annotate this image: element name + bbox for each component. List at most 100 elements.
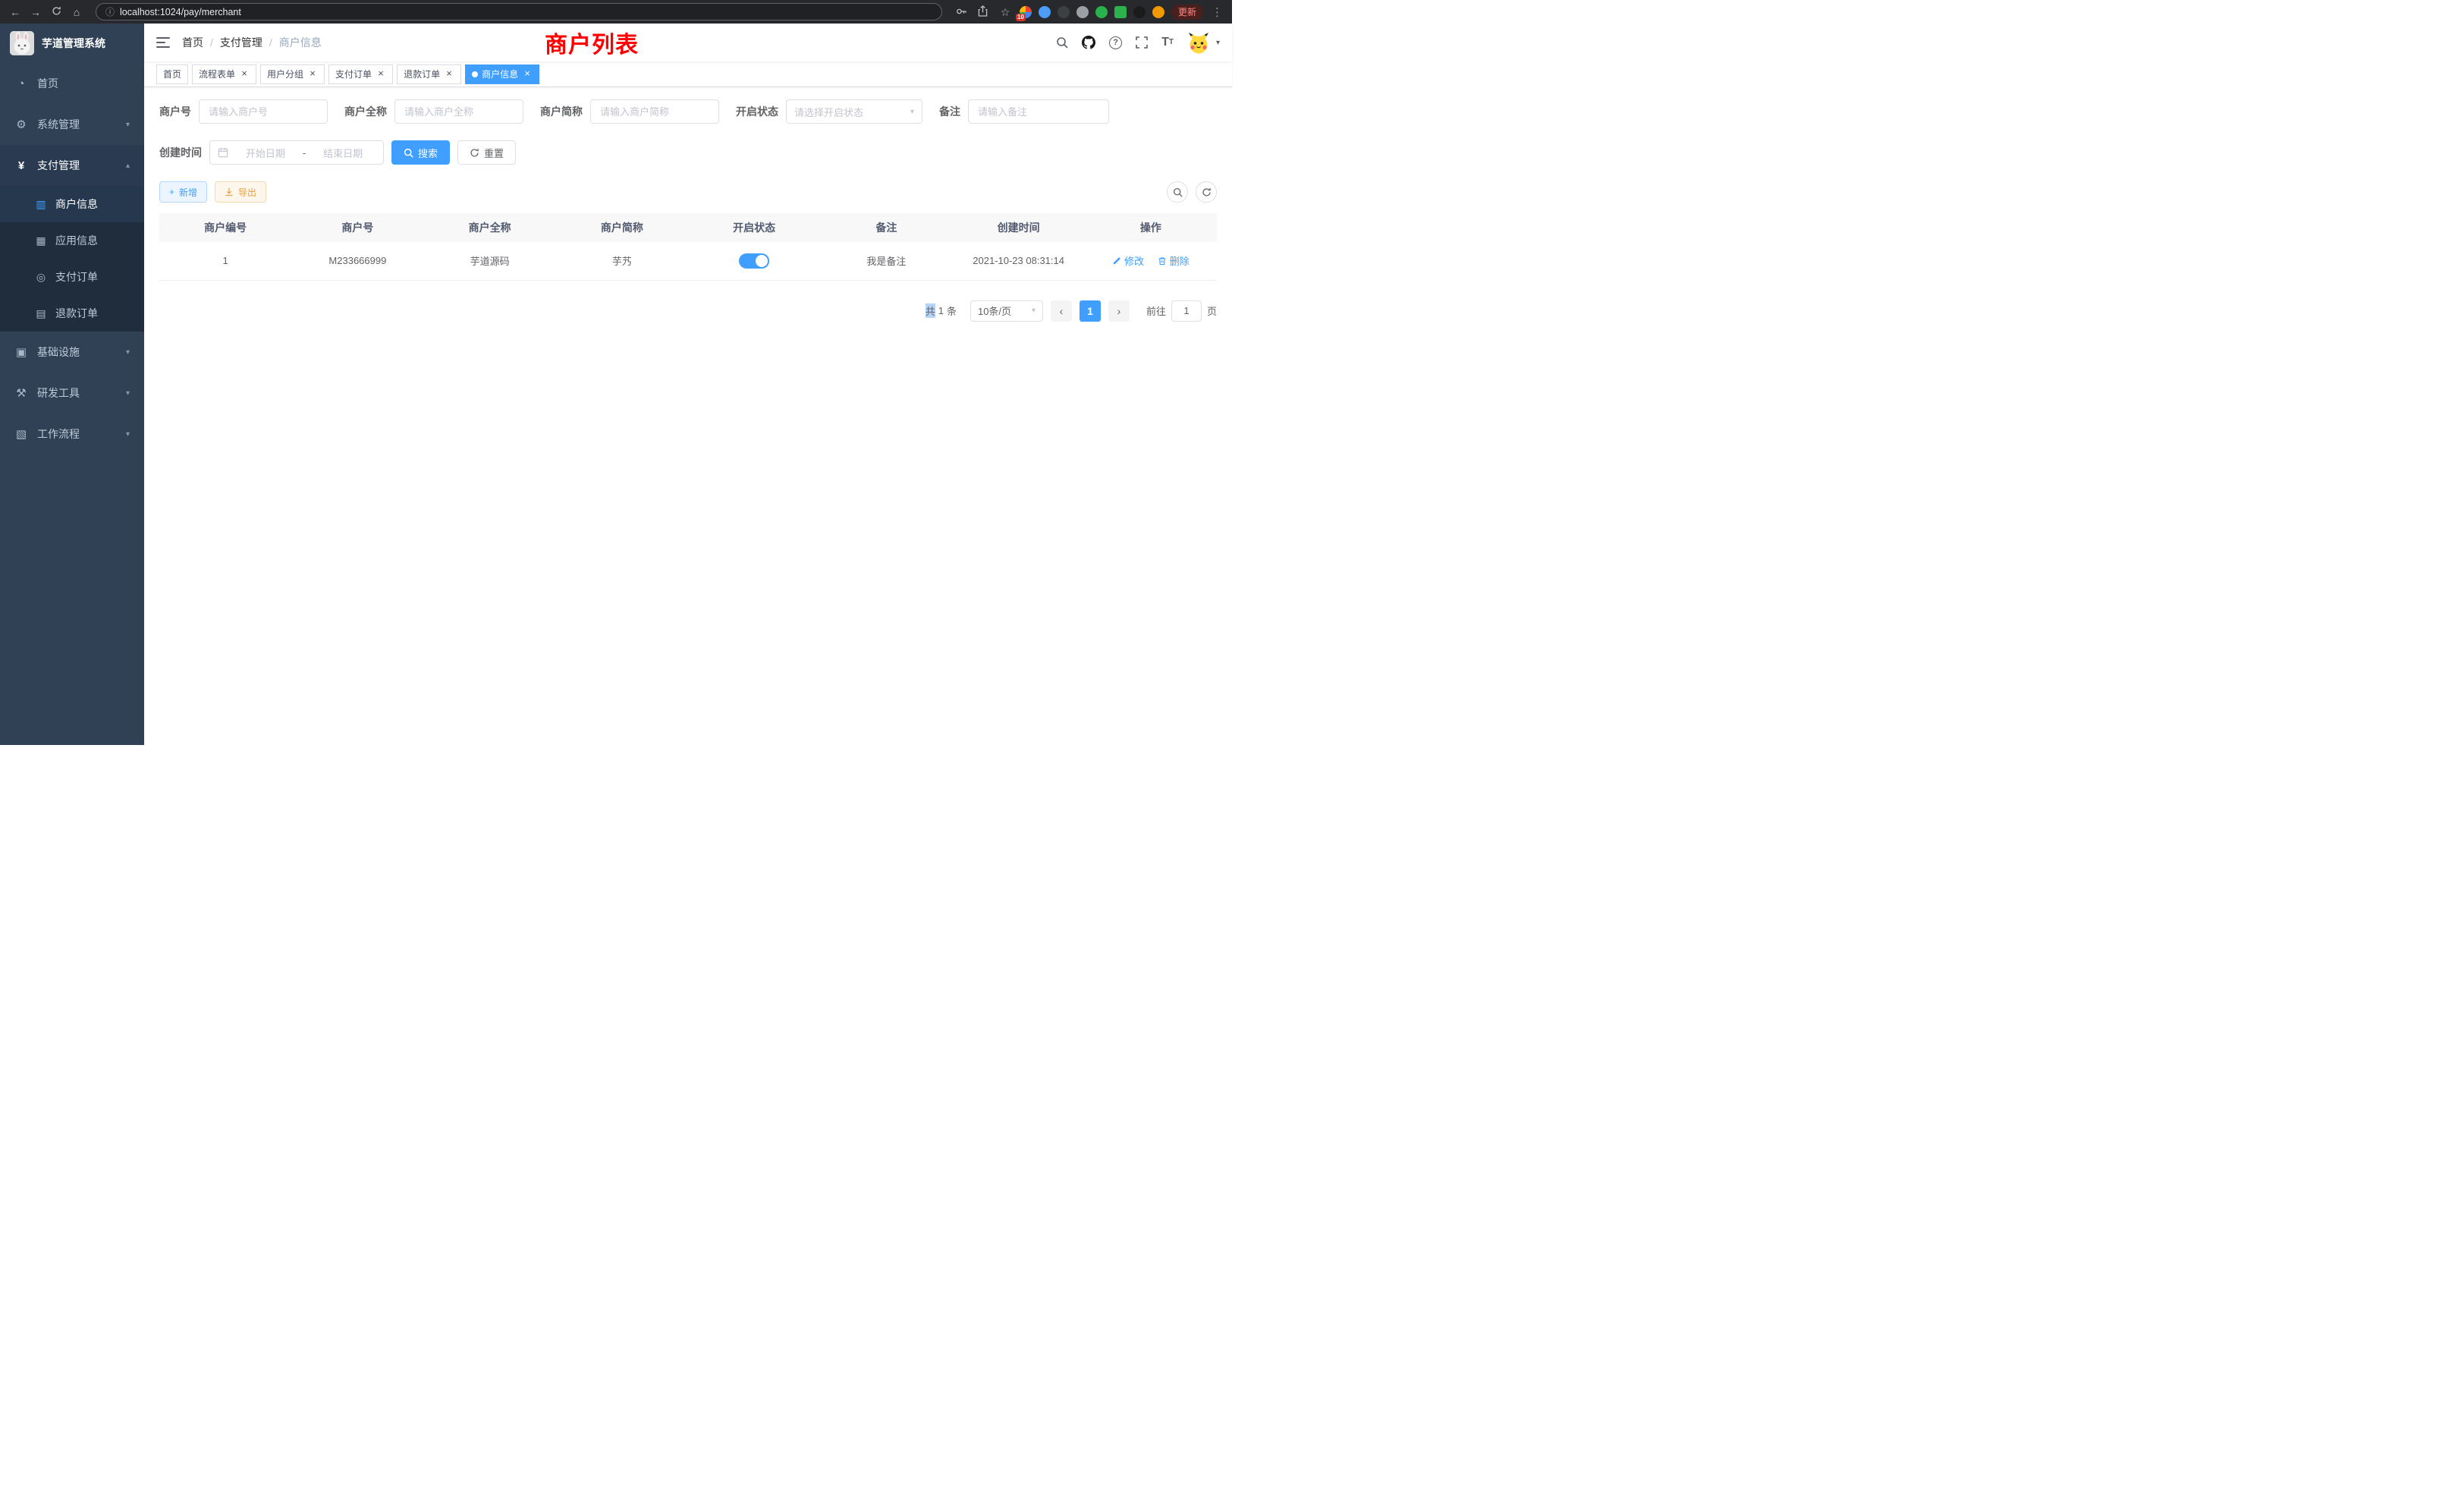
sidebar-item-app-info[interactable]: ▦ 应用信息 [0,222,144,259]
col-create-time: 创建时间 [953,213,1085,242]
font-size-icon[interactable]: TT [1161,36,1174,49]
delete-link[interactable]: 删除 [1158,253,1190,268]
tab-pay-order[interactable]: 支付订单 × [328,64,393,84]
caret-down-icon[interactable]: ▾ [1216,39,1220,47]
extension-badge: 10 [1016,14,1026,21]
gear-icon: ⚙ [14,118,28,131]
address-bar[interactable]: ⓘ localhost:1024/pay/merchant [96,3,942,20]
sidebar-item-merchant-info[interactable]: ▥ 商户信息 [0,186,144,222]
tab-home[interactable]: 首页 [156,64,188,84]
share-icon[interactable] [976,5,991,18]
pagination: 共 1 条 10条/页 ▾ ‹ 1 › 前往 页 [159,300,1217,322]
merchant-table: 商户编号 商户号 商户全称 商户简称 开启状态 备注 创建时间 操作 1 M23… [159,213,1217,281]
browser-update-button[interactable]: 更新 [1171,5,1203,20]
site-info-icon[interactable]: ⓘ [105,5,115,18]
sidebar-item-refund-order[interactable]: ▤ 退款订单 [0,295,144,332]
search-form-row-1: 商户号 商户全称 商户简称 开启状态 请选择开启状态 ▾ [159,99,1217,124]
extension-icon-2[interactable] [1039,6,1051,18]
password-key-icon[interactable] [954,6,969,18]
col-short-name: 商户简称 [556,213,688,242]
extension-icon-4[interactable] [1076,6,1089,18]
status-toggle[interactable] [739,253,769,269]
short-name-input[interactable] [590,99,719,124]
forward-icon[interactable]: → [28,7,43,17]
close-icon[interactable]: × [239,69,250,80]
search-button[interactable]: 搜索 [391,140,450,165]
breadcrumb-separator: / [269,36,272,49]
tab-process-form[interactable]: 流程表单 × [192,64,256,84]
close-icon[interactable]: × [444,69,454,80]
document-icon: ▤ [34,307,48,320]
sidebar-item-devtools[interactable]: ⚒ 研发工具 ▾ [0,372,144,413]
cell-merchant-id: 1 [159,242,291,280]
chevron-down-icon: ▾ [126,430,130,439]
goto-page-input[interactable] [1171,300,1202,322]
full-name-input[interactable] [394,99,523,124]
table-toolbar: + 新增 导出 [159,181,1217,203]
breadcrumb-section[interactable]: 支付管理 [220,35,262,50]
hamburger-icon[interactable] [156,36,170,49]
close-icon[interactable]: × [522,69,533,80]
extension-icon-3[interactable] [1058,6,1070,18]
workflow-icon: ▧ [14,427,28,441]
date-range-picker[interactable]: 开始日期 - 结束日期 [209,140,384,165]
merchant-no-input[interactable] [199,99,328,124]
refresh-icon [1202,187,1212,197]
next-page-button[interactable]: › [1108,300,1130,322]
cell-create-time: 2021-10-23 08:31:14 [953,242,1085,280]
tab-refund-order[interactable]: 退款订单 × [397,64,461,84]
cell-actions: 修改 删除 [1085,242,1217,280]
extension-icon-7[interactable] [1133,6,1146,18]
user-avatar[interactable] [1187,31,1210,54]
edit-link[interactable]: 修改 [1112,253,1144,268]
extension-icon-8[interactable] [1152,6,1164,18]
remark-input[interactable] [968,99,1109,124]
help-icon[interactable]: ? [1109,36,1122,49]
table-row: 1 M233666999 芋道源码 芋艿 我是备注 2021-10-23 08:… [159,242,1217,280]
sidebar-item-pay[interactable]: ¥ 支付管理 ▴ [0,145,144,186]
calendar-icon [218,147,228,158]
sidebar-item-infrastructure[interactable]: ▣ 基础设施 ▾ [0,332,144,372]
refresh-table-button[interactable] [1196,181,1217,203]
reset-button[interactable]: 重置 [457,140,516,165]
back-icon[interactable]: ← [8,7,23,17]
pagination-goto: 前往 页 [1146,300,1217,322]
short-name-label: 商户简称 [540,104,583,119]
close-icon[interactable]: × [307,69,318,80]
sidebar-item-label: 商户信息 [55,196,98,212]
current-page-button[interactable]: 1 [1080,300,1101,322]
github-icon[interactable] [1082,36,1095,49]
browser-menu-icon[interactable]: ⋮ [1210,5,1224,19]
col-merchant-id: 商户编号 [159,213,291,242]
extension-icon-6[interactable] [1114,6,1127,18]
full-name-label: 商户全称 [344,104,387,119]
tab-merchant-info[interactable]: 商户信息 × [465,64,539,84]
sidebar-item-workflow[interactable]: ▧ 工作流程 ▾ [0,413,144,454]
close-icon[interactable]: × [376,69,386,80]
sidebar-item-label: 退款订单 [55,306,98,321]
record-circle-icon: ◎ [34,271,48,284]
tab-label: 支付订单 [335,68,372,80]
prev-page-button[interactable]: ‹ [1051,300,1072,322]
breadcrumb: 首页 / 支付管理 / 商户信息 [182,35,322,50]
sidebar-item-home[interactable]: ◔ 首页 [0,63,144,104]
app-logo[interactable]: 芋道管理系统 [0,24,144,63]
tab-user-group[interactable]: 用户分组 × [260,64,325,84]
add-button[interactable]: + 新增 [159,181,207,203]
status-select[interactable]: 请选择开启状态 ▾ [786,99,922,124]
sidebar-item-system[interactable]: ⚙ 系统管理 ▾ [0,104,144,145]
bookmark-star-icon[interactable]: ☆ [998,7,1013,17]
fullscreen-icon[interactable] [1136,36,1148,49]
search-icon[interactable] [1056,36,1068,49]
breadcrumb-home[interactable]: 首页 [182,35,203,50]
extension-icon-5[interactable] [1095,6,1108,18]
reload-icon[interactable] [49,6,64,17]
sidebar-item-label: 支付管理 [37,158,80,173]
export-button[interactable]: 导出 [215,181,266,203]
page-size-select[interactable]: 10条/页 ▾ [970,300,1043,322]
extension-icon-1[interactable]: 10 [1020,6,1032,18]
toggle-search-button[interactable] [1167,181,1188,203]
sidebar-item-pay-order[interactable]: ◎ 支付订单 [0,259,144,295]
home-icon[interactable]: ⌂ [69,7,84,17]
sidebar-item-label: 工作流程 [37,426,80,442]
